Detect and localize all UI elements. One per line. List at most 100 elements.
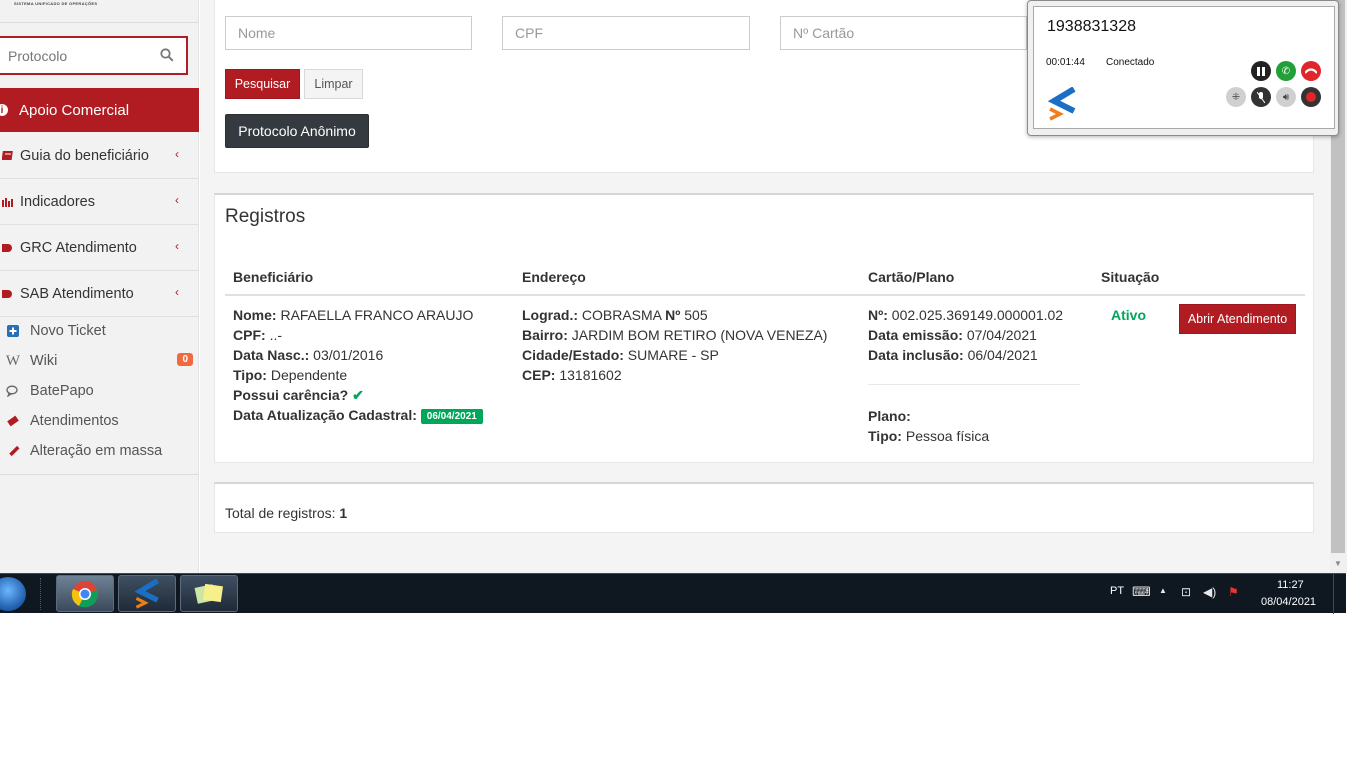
clock-date[interactable]: 08/04/2021 bbox=[1261, 596, 1316, 608]
nasc-field: Data Nasc.: 03/01/2016 bbox=[233, 347, 384, 363]
sidebar-subitem-novo-ticket[interactable]: Novo Ticket bbox=[0, 316, 199, 346]
protocol-search bbox=[0, 36, 188, 75]
cartao-num-field: Nº: 002.025.369149.000001.02 bbox=[868, 307, 1064, 323]
action-center-flag-icon[interactable]: ⚑ bbox=[1228, 585, 1239, 599]
inclusao-field: Data inclusão: 06/04/2021 bbox=[868, 347, 1038, 363]
softphone-taskbar-button[interactable] bbox=[118, 575, 176, 612]
column-header-endereco: Endereço bbox=[522, 269, 586, 285]
sidebar-item-indicadores[interactable]: Indicadores ‹ bbox=[0, 179, 199, 225]
tipo-field: Tipo: Dependente bbox=[233, 367, 348, 383]
cartao-input[interactable] bbox=[780, 16, 1027, 50]
chevron-left-icon: ‹ bbox=[175, 239, 179, 253]
pill-icon bbox=[2, 242, 16, 254]
total-panel: Total de registros: 1 bbox=[214, 482, 1314, 533]
panel-title: Registros bbox=[225, 206, 306, 227]
call-timer: 00:01:44 bbox=[1046, 57, 1085, 68]
emissao-field: Data emissão: 07/04/2021 bbox=[868, 327, 1037, 343]
cpf-field: CPF: ..- bbox=[233, 327, 283, 343]
show-hidden-icons-icon[interactable]: ▲ bbox=[1159, 586, 1167, 595]
wikipedia-icon: W bbox=[5, 352, 21, 369]
limpar-button[interactable]: Limpar bbox=[304, 69, 363, 99]
pause-icon[interactable] bbox=[1251, 61, 1271, 81]
protocol-search-input[interactable] bbox=[0, 38, 150, 73]
pill-icon bbox=[2, 288, 16, 300]
bairro-field: Bairro: JARDIM BOM RETIRO (NOVA VENEZA) bbox=[522, 327, 828, 343]
keyboard-icon[interactable]: ⌨ bbox=[1132, 584, 1151, 600]
sidebar-item-sab[interactable]: SAB Atendimento ‹ bbox=[0, 271, 199, 317]
cpf-input[interactable] bbox=[502, 16, 750, 50]
chevron-left-icon: ‹ bbox=[175, 285, 179, 299]
record-icon[interactable] bbox=[1301, 87, 1321, 107]
sidebar-subitem-label: Atendimentos bbox=[30, 413, 119, 429]
divider bbox=[0, 22, 199, 23]
registros-panel: Registros Beneficiário Endereço Cartão/P… bbox=[214, 193, 1314, 463]
language-indicator[interactable]: PT bbox=[1110, 585, 1124, 597]
cep-field: CEP: 13181602 bbox=[522, 367, 622, 383]
sidebar-item-label: Guia do beneficiário bbox=[20, 147, 149, 164]
network-icon[interactable]: ⊡ bbox=[1181, 585, 1191, 599]
sidebar-subitem-batepapo[interactable]: BatePapo bbox=[0, 376, 199, 406]
nome-field: Nome: RAFAELLA FRANCO ARAUJO bbox=[233, 307, 474, 323]
chrome-icon bbox=[71, 580, 98, 607]
phone-hangup-icon[interactable] bbox=[1301, 61, 1321, 81]
sidebar-subitem-alteracao[interactable]: Alteração em massa bbox=[0, 436, 199, 466]
sidebar-subitem-wiki[interactable]: W Wiki 0 bbox=[0, 346, 199, 376]
divider bbox=[0, 474, 199, 475]
chevron-left-icon: ‹ bbox=[175, 147, 179, 161]
protocolo-anonimo-button[interactable]: Protocolo Anônimo bbox=[225, 114, 369, 148]
divider bbox=[40, 578, 50, 610]
phone-answer-icon[interactable]: ✆ bbox=[1276, 61, 1296, 81]
sidebar: SISTEMA UNIFICADO DE OPERAÇÕES i Apoio C… bbox=[0, 0, 199, 573]
divider bbox=[868, 384, 1080, 385]
chevron-left-icon: ‹ bbox=[175, 193, 179, 207]
sticky-notes-taskbar-button[interactable] bbox=[180, 575, 238, 612]
sidebar-subitem-atendimentos[interactable]: Atendimentos bbox=[0, 406, 199, 436]
sidebar-item-apoio-comercial[interactable]: i Apoio Comercial bbox=[0, 88, 199, 132]
abrir-atendimento-button[interactable]: Abrir Atendimento bbox=[1179, 304, 1296, 334]
keypad-icon[interactable]: ⁜ bbox=[1226, 87, 1246, 107]
divider bbox=[225, 294, 1305, 296]
sidebar-subitem-label: Wiki bbox=[30, 353, 58, 369]
sidebar-item-label: SAB Atendimento bbox=[20, 285, 134, 302]
sticky-notes-icon bbox=[194, 583, 224, 604]
bar-chart-icon bbox=[2, 196, 16, 208]
call-status: Conectado bbox=[1106, 57, 1155, 68]
taskbar: PT ⌨ ▲ ⊡ ◀) ⚑ 11:27 08/04/2021 bbox=[0, 573, 1346, 614]
brand-subtitle: SISTEMA UNIFICADO DE OPERAÇÕES bbox=[14, 1, 98, 6]
scroll-down-icon[interactable]: ▼ bbox=[1334, 559, 1342, 568]
phone-number: 1938831328 bbox=[1047, 18, 1136, 35]
mute-mic-icon[interactable] bbox=[1251, 87, 1271, 107]
clock-time[interactable]: 11:27 bbox=[1277, 579, 1304, 591]
pencil-icon bbox=[6, 445, 20, 458]
sidebar-item-label: Indicadores bbox=[20, 193, 95, 210]
sidebar-subitem-label: Novo Ticket bbox=[30, 323, 106, 339]
sidebar-subitem-label: Alteração em massa bbox=[30, 443, 163, 459]
check-icon: ✔ bbox=[352, 387, 364, 403]
plano-field: Plano: bbox=[868, 408, 911, 424]
ticket-icon bbox=[6, 415, 20, 427]
show-desktop-button[interactable] bbox=[1333, 574, 1346, 614]
search-icon[interactable] bbox=[160, 48, 174, 62]
plano-tipo-field: Tipo: Pessoa física bbox=[868, 428, 990, 444]
softphone-panel: 1938831328 00:01:44 Conectado ✆ ⁜ 🔊︎ bbox=[1033, 6, 1335, 129]
sidebar-item-guia[interactable]: Guia do beneficiário ‹ bbox=[0, 133, 199, 179]
chrome-taskbar-button[interactable] bbox=[56, 575, 114, 612]
lograd-field: Lograd.: COBRASMA Nº 505 bbox=[522, 307, 708, 323]
start-button[interactable] bbox=[0, 577, 26, 611]
softphone-widget: 1938831328 00:01:44 Conectado ✆ ⁜ 🔊︎ bbox=[1027, 0, 1339, 136]
column-header-situacao: Situação bbox=[1101, 269, 1160, 285]
sidebar-item-grc[interactable]: GRC Atendimento ‹ bbox=[0, 225, 199, 271]
count-badge: 0 bbox=[177, 353, 193, 366]
carencia-field: Possui carência? ✔ bbox=[233, 387, 364, 403]
chat-icon bbox=[6, 385, 20, 397]
volume-icon[interactable]: ◀) bbox=[1203, 585, 1216, 599]
speaker-icon[interactable]: 🔊︎ bbox=[1276, 87, 1296, 107]
total-records: Total de registros: 1 bbox=[225, 505, 348, 521]
pesquisar-button[interactable]: Pesquisar bbox=[225, 69, 300, 99]
plus-square-icon bbox=[6, 325, 20, 337]
status-badge: Ativo bbox=[1111, 307, 1146, 323]
softphone-logo-icon bbox=[134, 578, 159, 609]
sidebar-item-label: GRC Atendimento bbox=[20, 239, 137, 256]
column-header-cartao: Cartão/Plano bbox=[868, 269, 955, 285]
nome-input[interactable] bbox=[225, 16, 472, 50]
